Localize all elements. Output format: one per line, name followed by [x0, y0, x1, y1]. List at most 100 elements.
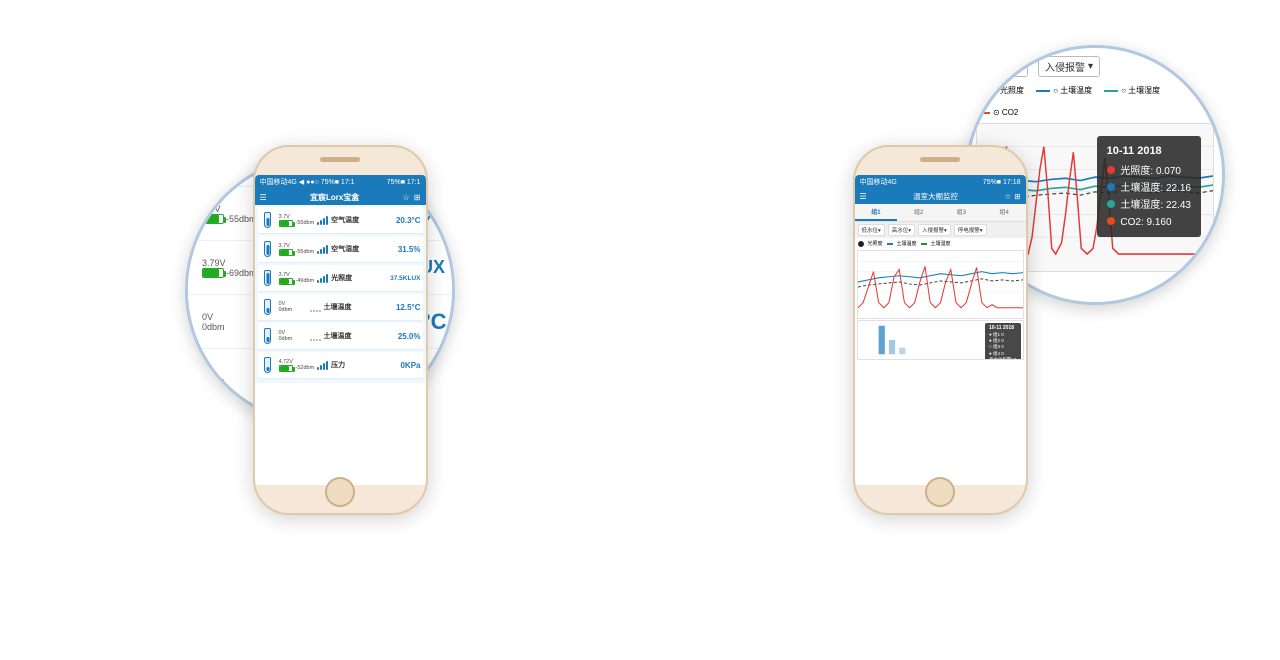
tooltip-soil-hum-label: 土壤湿度: 22.43: [1120, 200, 1191, 211]
sensor-air-temp[interactable]: 3.7V -55dbm 空气温度 20.3°C: [258, 207, 423, 234]
chevron-down-icon2: ▾: [1088, 61, 1093, 72]
tooltip-soil-hum-dot: [1107, 200, 1115, 208]
sensor-air-humidity-meta: 3.7V -55dbm: [279, 243, 315, 256]
signal-bars-pressure: [317, 360, 328, 370]
right-app-title: 温室大棚监控: [913, 191, 958, 202]
signal-bars-soil1: [310, 302, 321, 312]
tab-group2[interactable]: 组2: [897, 204, 940, 221]
right-app-header: ☰ 温室大棚监控 ☆ ⊞: [855, 189, 1026, 204]
pressure-icon: [260, 355, 276, 375]
light-icon: [260, 268, 276, 288]
tooltip-soil-temp-dot: [1107, 183, 1115, 191]
signal-bars-light: [317, 273, 328, 283]
left-phone: 中国移动4G ◀ ●●○ 75%■ 17:1 75%■ 17:1 ☰ 宜宸Lor…: [253, 145, 428, 515]
label-soil-temp1: 土壤温度: [324, 302, 396, 312]
right-chart-main: [857, 250, 1024, 319]
value-light: 37.5KLUX: [390, 275, 420, 282]
right-grid-icon[interactable]: ⊞: [1014, 192, 1020, 201]
mag-humidity-meta: 3.8V -55dbm: [202, 204, 260, 224]
tooltip-soil-temp-label: 土壤温度: 22.16: [1120, 183, 1191, 194]
right-battery: 75%■ 17:18: [983, 179, 1021, 186]
xaxis-date2: 10-11: [1190, 274, 1210, 292]
rmag-soil-hum-line: [1104, 90, 1118, 92]
legend-soil-hum-dot: [921, 243, 927, 245]
rmag-tooltip-date: 10-11 2018: [1107, 142, 1191, 161]
dropdown-high-water[interactable]: 高水位 ▾: [976, 56, 1028, 77]
sensor-air-temp-meta: 3.7V -55dbm: [279, 214, 315, 227]
sensor-soil-temp2-meta: 0V 0dbm: [279, 330, 307, 342]
rmag-light-line: [976, 90, 990, 92]
rmag-co2-line: [976, 112, 990, 114]
thermometer-air-icon: [260, 210, 276, 230]
tab-group4[interactable]: 组4: [983, 204, 1026, 221]
left-status-bar: 中国移动4G ◀ ●●○ 75%■ 17:1 75%■ 17:1: [255, 175, 426, 189]
label-air-humidity: 空气湿度: [331, 244, 398, 254]
legend-soil-hum-label: 土壤湿度: [931, 240, 951, 247]
sensor-soil-temp1[interactable]: 0V 0dbm 土壤温度 12.5°C: [258, 294, 423, 321]
main-scene: 中国移动4G ◀ ●●○ 75%■ 17:1 75%■ 17:1 ☰ 宜宸Lor…: [0, 0, 1280, 660]
value-soil-temp2: 25.0%: [398, 332, 421, 341]
right-phone-screen: 中国移动4G 75%■ 17:18 ☰ 温室大棚监控 ☆ ⊞ 组1 组2 组3 …: [855, 175, 1026, 485]
rmag-legend-co2: ⊙ CO2: [976, 108, 1018, 117]
legend-soil-temp-dot: [887, 243, 893, 245]
rmag-legend-soil-temp: ○ 土壤温度: [1036, 85, 1092, 96]
right-filter-bar: 低水位▾ 高水位▾ 入侵报警▾ 停电报警▾: [855, 222, 1026, 238]
bottom-tooltip: 10-11 2018 ● 组1 0 ● 组2 0 ○ 组3 0 ● 组4 0 高…: [985, 323, 1021, 360]
left-app-icons: ☆ ⊞: [403, 193, 421, 202]
rmag-legend-soil-hum: ○ 土壤湿度: [1104, 85, 1160, 96]
signal-bars-soil2: [310, 331, 321, 341]
sensor-soil-temp1-meta: 0V 0dbm: [279, 301, 307, 313]
mag-light-meta: 3.79V -69dbm: [202, 258, 260, 278]
tooltip-light-label: 光照度: 0.070: [1120, 166, 1181, 177]
left-app-header: ☰ 宜宸Lorx宝盒 ☆ ⊞: [255, 189, 426, 205]
tab-group3[interactable]: 组3: [940, 204, 983, 221]
dropdown-intrusion[interactable]: 入侵报警 ▾: [1038, 56, 1100, 77]
legend-light-label: 光照度: [868, 240, 883, 247]
right-carrier: 中国移动4G: [860, 177, 897, 187]
left-phone-home-button[interactable]: [325, 477, 355, 507]
label-soil-temp2: 土壤温度: [324, 331, 398, 341]
filter-intrusion[interactable]: 入侵报警▾: [918, 224, 951, 236]
left-phone-screen: 中国移动4G ◀ ●●○ 75%■ 17:1 75%■ 17:1 ☰ 宜宸Lor…: [255, 175, 426, 485]
filter-power[interactable]: 停电报警▾: [954, 224, 987, 236]
tooltip-soil-hum: 土壤湿度: 22.43: [1107, 197, 1191, 214]
right-phone-home-button[interactable]: [925, 477, 955, 507]
rmag-tooltip: 10-11 2018 光照度: 0.070 土壤温度: 22.16 土壤湿度: …: [1097, 136, 1201, 237]
rmag-soil-temp-line: [1036, 90, 1050, 92]
mag-soil2-meta: 0V 0dbm: [202, 366, 260, 386]
chevron-down-icon: ▾: [1016, 61, 1021, 72]
mag-soil1-meta: 0V 0dbm: [202, 312, 260, 332]
value-air-humidity: 31.5%: [398, 245, 421, 254]
rmag-soil-hum-label: ○ 土壤湿度: [1121, 85, 1160, 96]
left-battery: 75%■ 17:1: [387, 179, 421, 186]
sensor-light[interactable]: 3.7V -49dbm 光照度 37.5KLUX: [258, 265, 423, 292]
legend-soil-temp-label: 土壤温度: [897, 240, 917, 247]
right-star-icon[interactable]: ☆: [1004, 192, 1011, 201]
filter-low-water[interactable]: 低水位▾: [858, 224, 885, 236]
signal-bars-air-temp: [317, 215, 328, 225]
tooltip-co2-label: CO2: 9.160: [1120, 217, 1171, 228]
label-light: 光照度: [331, 273, 390, 283]
sensor-soil-temp2[interactable]: 0V 0dbm 土壤温度 25.0%: [258, 323, 423, 350]
rmag-light-label: ○ 光照度: [993, 85, 1024, 96]
tooltip-co2-dot: [1107, 217, 1115, 225]
rmag-co2-label: ⊙ CO2: [993, 108, 1018, 117]
right-chart-bottom: 10-11 2018 ● 组1 0 ● 组2 0 ○ 组3 0 ● 组4 0 高…: [857, 320, 1024, 360]
tooltip-soil-temp: 土壤温度: 22.16: [1107, 180, 1191, 197]
tooltip-light-dot: [1107, 166, 1115, 174]
grid-icon[interactable]: ⊞: [414, 193, 421, 202]
value-air-temp: 20.3°C: [396, 216, 421, 225]
right-phone: 中国移动4G 75%■ 17:18 ☰ 温室大棚监控 ☆ ⊞ 组1 组2 组3 …: [853, 145, 1028, 515]
legend-light-dot: [858, 241, 864, 247]
sensor-air-humidity[interactable]: 3.7V -55dbm 空气湿度 31.5%: [258, 236, 423, 263]
value-pressure: 0KPa: [400, 361, 420, 370]
rmag-dropdowns: 高水位 ▾ 入侵报警 ▾: [976, 56, 1214, 77]
sensor-pressure-meta: 4.72V -52dbm: [279, 359, 315, 372]
filter-high-water[interactable]: 高水位▾: [888, 224, 915, 236]
star-icon[interactable]: ☆: [403, 193, 410, 202]
tab-group1[interactable]: 组1: [855, 204, 898, 221]
sensor-light-meta: 3.7V -49dbm: [279, 272, 315, 285]
label-air-temp: 空气温度: [331, 215, 396, 225]
sensor-pressure[interactable]: 4.72V -52dbm 压力 0KPa: [258, 352, 423, 379]
rmag-soil-temp-label: ○ 土壤温度: [1053, 85, 1092, 96]
